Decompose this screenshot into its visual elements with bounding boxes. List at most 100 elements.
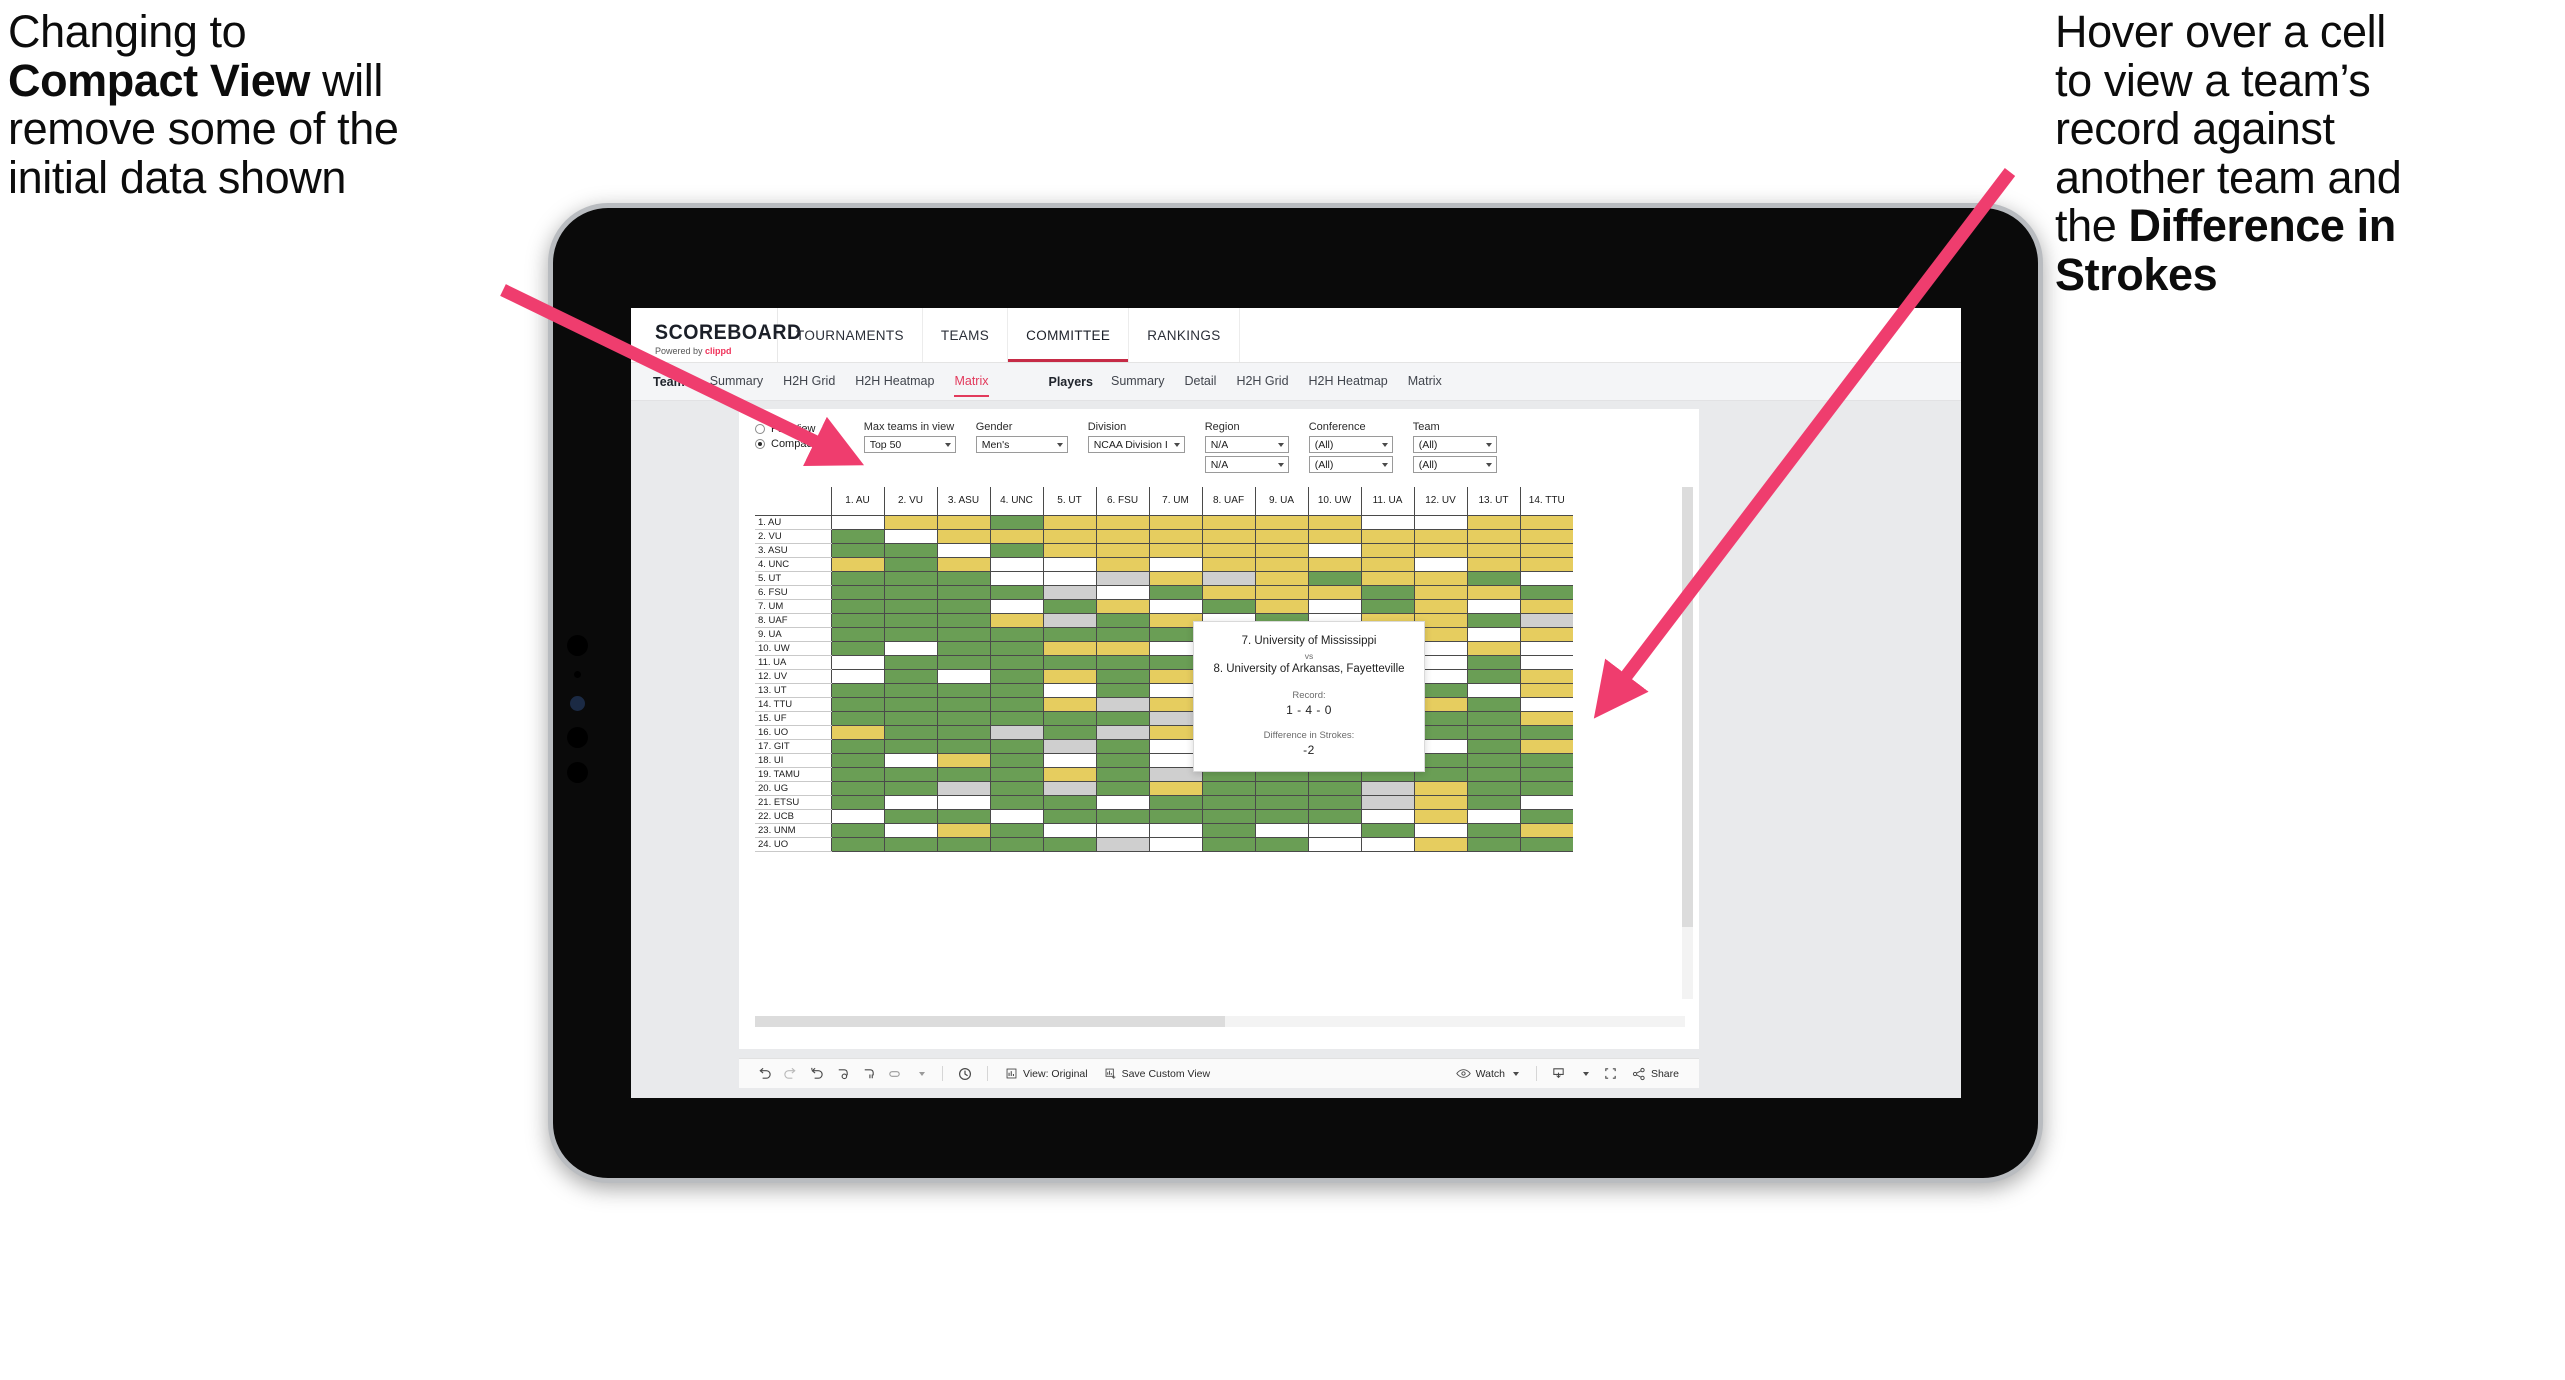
- matrix-cell[interactable]: [1095, 515, 1149, 530]
- conference-select-1[interactable]: (All): [1308, 436, 1393, 453]
- matrix-row[interactable]: 9. UA: [755, 627, 1573, 642]
- matrix-cell[interactable]: [1360, 557, 1414, 572]
- matrix-cell[interactable]: [1466, 613, 1520, 628]
- matrix-cell[interactable]: [1148, 599, 1202, 614]
- matrix-row-header[interactable]: 7. UM: [755, 599, 831, 614]
- matrix-cell[interactable]: [1466, 655, 1520, 670]
- matrix-col-header[interactable]: 12. UV: [1413, 487, 1467, 516]
- matrix-cell[interactable]: [1095, 627, 1149, 642]
- matrix-cell[interactable]: [989, 655, 1043, 670]
- matrix-cell[interactable]: [1413, 795, 1467, 810]
- matrix-cell[interactable]: [1466, 697, 1520, 712]
- max-teams-select[interactable]: Top 50: [863, 436, 956, 453]
- matrix-cell[interactable]: [883, 529, 937, 544]
- matrix-horizontal-scrollbar[interactable]: [755, 1016, 1685, 1027]
- matrix-cell[interactable]: [1201, 515, 1255, 530]
- matrix-col-header[interactable]: 14. TTU: [1519, 487, 1573, 516]
- matrix-cell[interactable]: [830, 711, 884, 726]
- matrix-cell[interactable]: [1042, 781, 1096, 796]
- matrix-cell[interactable]: [1254, 529, 1308, 544]
- matrix-cell[interactable]: [989, 697, 1043, 712]
- matrix-row-header[interactable]: 13. UT: [755, 683, 831, 698]
- matrix-cell[interactable]: [1466, 753, 1520, 768]
- matrix-cell[interactable]: [1254, 599, 1308, 614]
- matrix-cell[interactable]: [1360, 543, 1414, 558]
- subnav-teams-h2h-grid[interactable]: H2H Grid: [783, 374, 835, 390]
- matrix-cell[interactable]: [1042, 585, 1096, 600]
- redo-icon[interactable]: [777, 1061, 803, 1087]
- matrix-cell[interactable]: [1042, 697, 1096, 712]
- matrix-row[interactable]: 5. UT: [755, 571, 1573, 586]
- matrix-cell[interactable]: [1360, 823, 1414, 838]
- matrix-cell[interactable]: [936, 809, 990, 824]
- matrix-cell[interactable]: [1307, 795, 1361, 810]
- matrix-cell[interactable]: [1148, 823, 1202, 838]
- matrix-row-header[interactable]: 1. AU: [755, 515, 831, 530]
- matrix-cell[interactable]: [989, 711, 1043, 726]
- matrix-cell[interactable]: [989, 585, 1043, 600]
- matrix-cell[interactable]: [989, 571, 1043, 586]
- view-mode-radio-group[interactable]: Full View Compact View: [755, 421, 842, 476]
- matrix-cell[interactable]: [1095, 823, 1149, 838]
- matrix-cell[interactable]: [1413, 809, 1467, 824]
- refresh-icon[interactable]: [829, 1061, 855, 1087]
- matrix-cell[interactable]: [1201, 599, 1255, 614]
- matrix-row-header[interactable]: 14. TTU: [755, 697, 831, 712]
- matrix-row[interactable]: 15. UF: [755, 711, 1573, 726]
- matrix-cell[interactable]: [1201, 557, 1255, 572]
- matrix-cell[interactable]: [1466, 823, 1520, 838]
- matrix-cell[interactable]: [830, 627, 884, 642]
- matrix-cell[interactable]: [1307, 515, 1361, 530]
- history-icon[interactable]: [952, 1061, 978, 1087]
- matrix-cell[interactable]: [1201, 543, 1255, 558]
- matrix-cell[interactable]: [1042, 543, 1096, 558]
- matrix-cell[interactable]: [883, 809, 937, 824]
- team-select-2[interactable]: (All): [1412, 456, 1497, 473]
- matrix-row[interactable]: 11. UA: [755, 655, 1573, 670]
- matrix-cell[interactable]: [1413, 781, 1467, 796]
- matrix-cell[interactable]: [883, 739, 937, 754]
- matrix-cell[interactable]: [1042, 571, 1096, 586]
- matrix-cell[interactable]: [936, 515, 990, 530]
- matrix-cell[interactable]: [1042, 739, 1096, 754]
- matrix-cell[interactable]: [1519, 571, 1573, 586]
- matrix-cell[interactable]: [830, 543, 884, 558]
- matrix-row[interactable]: 2. VU: [755, 529, 1573, 544]
- matrix-cell[interactable]: [1307, 585, 1361, 600]
- matrix-cell[interactable]: [830, 585, 884, 600]
- brand-logo[interactable]: SCOREBOARD Powered by clippd: [631, 308, 801, 362]
- matrix-cell[interactable]: [1148, 557, 1202, 572]
- matrix-cell[interactable]: [883, 613, 937, 628]
- matrix-cell[interactable]: [1466, 529, 1520, 544]
- top-nav-committee[interactable]: COMMITTEE: [1008, 308, 1130, 362]
- matrix-cell[interactable]: [883, 753, 937, 768]
- matrix-col-header[interactable]: 5. UT: [1042, 487, 1096, 516]
- top-nav-tournaments[interactable]: TOURNAMENTS: [778, 308, 923, 362]
- matrix-cell[interactable]: [989, 683, 1043, 698]
- matrix-cell[interactable]: [830, 613, 884, 628]
- matrix-cell[interactable]: [830, 725, 884, 740]
- matrix-cell[interactable]: [989, 781, 1043, 796]
- matrix-cell[interactable]: [1042, 641, 1096, 656]
- matrix-cell[interactable]: [1519, 585, 1573, 600]
- matrix-row-header[interactable]: 6. FSU: [755, 585, 831, 600]
- matrix-cell[interactable]: [1042, 557, 1096, 572]
- matrix-cell[interactable]: [1095, 571, 1149, 586]
- matrix-vertical-scroll-thumb[interactable]: [1682, 487, 1693, 927]
- matrix-cell[interactable]: [989, 725, 1043, 740]
- matrix-cell[interactable]: [936, 795, 990, 810]
- matrix-cell[interactable]: [1201, 585, 1255, 600]
- matrix-cell[interactable]: [1254, 823, 1308, 838]
- matrix-cell[interactable]: [1466, 795, 1520, 810]
- chevron-down-icon[interactable]: [1572, 1061, 1598, 1087]
- matrix-cell[interactable]: [1466, 683, 1520, 698]
- matrix-cell[interactable]: [883, 683, 937, 698]
- matrix-cell[interactable]: [1519, 753, 1573, 768]
- matrix-cell[interactable]: [936, 683, 990, 698]
- matrix-cell[interactable]: [830, 753, 884, 768]
- matrix-cell[interactable]: [1042, 725, 1096, 740]
- matrix-cell[interactable]: [1042, 711, 1096, 726]
- region-select-1[interactable]: N/A: [1204, 436, 1289, 453]
- matrix-cell[interactable]: [1360, 599, 1414, 614]
- matrix-row-header[interactable]: 10. UW: [755, 641, 831, 656]
